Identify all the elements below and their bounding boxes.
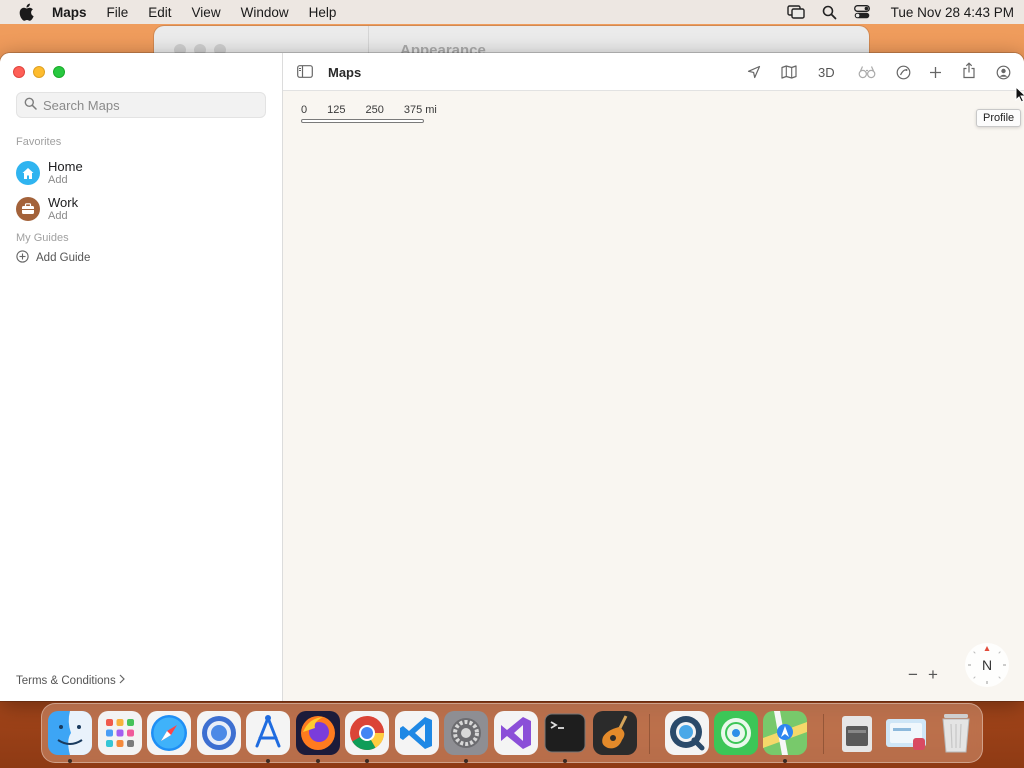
chevron-right-icon bbox=[119, 674, 125, 687]
chromium-icon[interactable] bbox=[196, 710, 242, 756]
favorite-name: Work bbox=[48, 195, 79, 210]
maps-window: Favorites Home Add Work Add My Guides bbox=[0, 53, 1024, 701]
zoom-window-button[interactable] bbox=[53, 66, 65, 78]
screen-mirroring-icon[interactable] bbox=[786, 5, 805, 19]
my-guides-label: My Guides bbox=[16, 232, 69, 244]
menu-app-name[interactable]: Maps bbox=[52, 5, 87, 20]
compass[interactable]: N bbox=[965, 643, 1009, 687]
running-indicator bbox=[783, 759, 787, 763]
dock-separator bbox=[823, 714, 824, 754]
menu-edit[interactable]: Edit bbox=[148, 5, 171, 20]
xcode-instruments-icon[interactable] bbox=[245, 710, 291, 756]
launchpad-icon[interactable] bbox=[97, 710, 143, 756]
safari-icon[interactable] bbox=[146, 710, 192, 756]
profile-tooltip: Profile bbox=[976, 109, 1022, 127]
scale-label: 250 bbox=[365, 104, 384, 116]
chrome-icon[interactable] bbox=[344, 710, 390, 756]
scale-label: 0 bbox=[301, 104, 308, 116]
sidebar: Favorites Home Add Work Add My Guides bbox=[0, 53, 283, 701]
look-around-icon[interactable] bbox=[858, 63, 876, 81]
terminal-icon[interactable] bbox=[542, 710, 588, 756]
mouse-cursor-icon bbox=[1015, 85, 1024, 106]
window-controls bbox=[13, 66, 65, 78]
control-center-icon[interactable] bbox=[853, 5, 870, 19]
favorite-name: Home bbox=[48, 159, 83, 174]
3d-button[interactable]: 3D bbox=[818, 63, 835, 81]
map-mode-icon[interactable] bbox=[781, 63, 797, 81]
add-guide-button[interactable]: Add Guide bbox=[16, 250, 90, 266]
scale-bar bbox=[301, 119, 424, 123]
compass-label: N bbox=[981, 657, 993, 673]
menu-bar: Maps File Edit View Window Help Tue Nov … bbox=[0, 0, 1024, 24]
maps-app-icon[interactable] bbox=[762, 710, 808, 756]
apple-menu-icon[interactable] bbox=[18, 3, 36, 21]
system-settings-icon[interactable] bbox=[443, 710, 489, 756]
menu-window[interactable]: Window bbox=[241, 5, 289, 20]
zoom-in-button[interactable]: + bbox=[928, 665, 938, 685]
downloads-stack-icon[interactable] bbox=[834, 710, 880, 756]
share-icon[interactable] bbox=[962, 61, 976, 79]
menu-help[interactable]: Help bbox=[309, 5, 337, 20]
trash-icon[interactable] bbox=[933, 710, 979, 756]
visual-studio-icon[interactable] bbox=[493, 710, 539, 756]
scale-label: 375 mi bbox=[403, 104, 437, 116]
firefox-icon[interactable] bbox=[295, 710, 341, 756]
running-indicator bbox=[266, 759, 270, 763]
favorite-subtitle: Add bbox=[48, 210, 68, 222]
dock-separator bbox=[649, 714, 650, 754]
menu-clock[interactable]: Tue Nov 28 4:43 PM bbox=[891, 5, 1014, 20]
close-window-button[interactable] bbox=[13, 66, 25, 78]
map-view[interactable]: 0 125 250 375 mi Profile − + N bbox=[283, 85, 1024, 701]
zoom-out-button[interactable]: − bbox=[908, 665, 918, 685]
profile-icon[interactable] bbox=[996, 63, 1011, 81]
running-indicator bbox=[316, 759, 320, 763]
terms-label: Terms & Conditions bbox=[16, 674, 116, 687]
running-indicator bbox=[563, 759, 567, 763]
terms-link[interactable]: Terms & Conditions bbox=[16, 674, 125, 687]
plus-circle-icon bbox=[16, 250, 36, 266]
add-icon[interactable] bbox=[929, 63, 942, 81]
vscode-icon[interactable] bbox=[394, 710, 440, 756]
search-field[interactable] bbox=[16, 92, 266, 118]
sidebar-toggle-icon[interactable] bbox=[297, 65, 313, 81]
toolbar: Maps 3D bbox=[283, 53, 1024, 91]
find-my-icon[interactable] bbox=[713, 710, 759, 756]
minimize-window-button[interactable] bbox=[33, 66, 45, 78]
current-location-icon[interactable] bbox=[747, 63, 761, 81]
menu-file[interactable]: File bbox=[107, 5, 129, 20]
favorite-subtitle: Add bbox=[48, 174, 68, 186]
zoom-controls: − + bbox=[908, 665, 938, 685]
briefcase-icon bbox=[16, 197, 40, 221]
running-indicator bbox=[464, 759, 468, 763]
garageband-icon[interactable] bbox=[592, 710, 638, 756]
favorite-home[interactable]: Home Add bbox=[16, 159, 83, 187]
menu-view[interactable]: View bbox=[192, 5, 221, 20]
running-indicator bbox=[365, 759, 369, 763]
quicktime-icon[interactable] bbox=[664, 710, 710, 756]
map-scale: 0 125 250 375 mi bbox=[301, 104, 457, 123]
traffic-icon[interactable] bbox=[896, 63, 911, 81]
add-guide-label: Add Guide bbox=[36, 252, 91, 264]
scale-label: 125 bbox=[327, 104, 346, 116]
favorites-label: Favorites bbox=[16, 136, 62, 148]
search-icon bbox=[24, 97, 37, 113]
search-input[interactable] bbox=[43, 97, 253, 113]
house-icon bbox=[16, 161, 40, 185]
dock bbox=[41, 703, 983, 763]
running-indicator bbox=[68, 759, 72, 763]
toolbar-title: Maps bbox=[328, 65, 362, 80]
finder-icon[interactable] bbox=[47, 710, 93, 756]
preview-stack-icon[interactable] bbox=[883, 710, 929, 756]
spotlight-search-icon[interactable] bbox=[822, 5, 837, 20]
favorite-work[interactable]: Work Add bbox=[16, 195, 78, 223]
